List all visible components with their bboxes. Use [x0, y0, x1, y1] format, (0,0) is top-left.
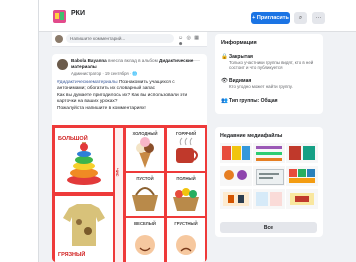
more-button[interactable]: ···: [312, 12, 325, 24]
ice-cream-icon: [136, 137, 154, 168]
photo-card[interactable]: ГОРЯЧИЙ: [167, 128, 205, 171]
photo-card[interactable]: ПУСТОЙ: [126, 173, 164, 216]
photo-card[interactable]: ГРУСТНЫЙ: [167, 218, 205, 262]
comment-composer: Напишите комментарий... ☺ ◎ ▦ ☻: [52, 32, 207, 47]
post-more-icon[interactable]: ···: [194, 58, 200, 64]
card-label: ЧИС: [115, 168, 120, 177]
pyramid-toy-icon: [67, 142, 101, 185]
info-item-title: Тип группы: Общая: [229, 98, 278, 104]
full-basket-icon: [173, 188, 199, 211]
author-name[interactable]: Babola Bayanna: [71, 58, 107, 63]
see-all-button[interactable]: Все: [220, 222, 317, 233]
group-name[interactable]: РКИ: [71, 10, 85, 17]
media-thumbnail[interactable]: [253, 189, 285, 209]
group-header: РКИ + Пригласить ⌕ ···: [39, 0, 356, 32]
photo-card[interactable]: ГРЯЗНЫЙ: [55, 196, 113, 262]
post-card: Babola Bayanna внесла вклад в альбом Дид…: [52, 54, 207, 262]
people-icon: 👥: [221, 98, 228, 104]
avatar: [55, 35, 63, 43]
empty-basket-icon: [132, 187, 158, 211]
photo-card[interactable]: ЧИС: [115, 128, 123, 262]
comment-input[interactable]: Напишите комментарий...: [66, 34, 174, 43]
info-title: Информация: [221, 40, 257, 46]
comment-tools-icon[interactable]: ☺ ◎ ▦ ☻: [178, 35, 207, 47]
post-text-line-3: Пожалуйста напишите в комментариях!: [57, 105, 146, 111]
info-item-desc: Только участники группы видят, кто в ней…: [229, 60, 314, 71]
eye-icon: 👁: [221, 78, 228, 84]
media-thumbnail[interactable]: [253, 166, 285, 186]
photo-card[interactable]: ВЕСЕЛЫЙ: [126, 218, 164, 262]
recent-media-card: Недавние медиафайлы Все: [215, 127, 323, 237]
post-text: #дидактическиематериалы Познакомить учащ…: [57, 80, 203, 112]
sad-face-icon: [176, 235, 196, 255]
dirty-shirt-icon: [63, 204, 105, 246]
author-avatar[interactable]: [57, 59, 68, 70]
media-thumbnail[interactable]: [286, 166, 318, 186]
group-info-card: Информация 🔒 Закрытая Только участники г…: [215, 34, 323, 114]
search-button[interactable]: ⌕: [294, 12, 307, 24]
post-photo-grid[interactable]: БОЛЬШОЙ ГРЯЗНЫЙ ЧИС ХОЛОДНЫЙ ГОРЯЧИЙ ПУС…: [52, 125, 207, 262]
media-thumbnail[interactable]: [220, 166, 252, 186]
media-title: Недавние медиафайлы: [220, 133, 283, 139]
invite-button[interactable]: + Пригласить: [251, 12, 290, 24]
media-thumbnail[interactable]: [286, 189, 318, 209]
post-header: Babola Bayanna внесла вклад в альбом Дид…: [71, 58, 199, 69]
post-meta: Администратор · 19 сентября · 🌐: [71, 71, 138, 76]
info-item-desc: Кто угодно может найти группу.: [229, 84, 293, 89]
hashtag-link[interactable]: #дидактическиематериалы: [57, 80, 118, 85]
media-thumbnail[interactable]: [220, 143, 252, 163]
media-thumbnail[interactable]: [253, 143, 285, 163]
search-icon: ⌕: [298, 14, 303, 21]
photo-card[interactable]: БОЛЬШОЙ: [55, 128, 113, 192]
post-action: внесла вклад в альбом: [108, 58, 158, 63]
lock-icon: 🔒: [221, 54, 228, 60]
happy-face-icon: [135, 235, 155, 255]
post-text-line-2: Как вы думаете пригодилось их? Как вы ис…: [57, 92, 188, 105]
photo-card[interactable]: ХОЛОДНЫЙ: [126, 128, 164, 171]
more-icon: ···: [315, 15, 322, 21]
hot-cup-icon: [176, 137, 198, 163]
media-thumbnail[interactable]: [220, 189, 252, 209]
media-thumbnail[interactable]: [286, 143, 318, 163]
photo-card[interactable]: ПОЛНЫЙ: [167, 173, 205, 216]
group-avatar[interactable]: [53, 10, 66, 23]
facebook-group-page: РКИ + Пригласить ⌕ ··· Напишите коммента…: [38, 0, 356, 262]
